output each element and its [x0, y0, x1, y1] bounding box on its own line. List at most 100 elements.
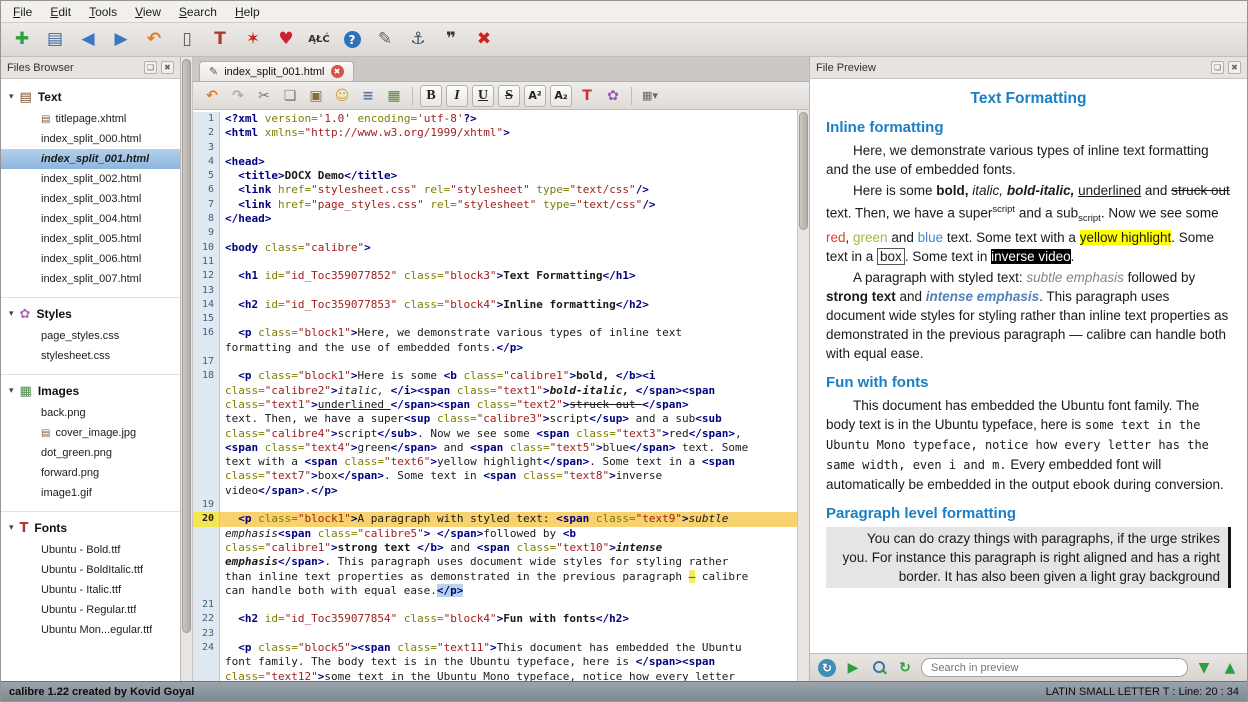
device-button[interactable]: ▯ [174, 27, 200, 53]
reload-preview-button[interactable]: ↻ [817, 658, 837, 678]
code-row[interactable]: 22 <h2 id="id_Toc359077854" class="block… [193, 612, 797, 626]
bug-button[interactable]: ✶ [240, 27, 266, 53]
code-row[interactable]: 10<body class="calibre"> [193, 241, 797, 255]
code-row[interactable]: 19 [193, 498, 797, 512]
insert-table-button[interactable]: ▦▾ [639, 85, 661, 107]
new-file-button[interactable]: ✚ [9, 27, 35, 53]
code-row[interactable]: 14 <h2 id="id_Toc359077853" class="block… [193, 298, 797, 312]
code-row[interactable]: class="calibre1">strong text </b> and <s… [193, 541, 797, 555]
help-button[interactable]: ? [339, 27, 365, 53]
code-row[interactable]: 3 [193, 141, 797, 155]
background-color-button[interactable]: ✿ [602, 85, 624, 107]
code-row[interactable]: 1<?xml version='1.0' encoding='utf-8'?> [193, 112, 797, 126]
open-book-button[interactable]: ▤ [42, 27, 68, 53]
menu-item-view[interactable]: View [127, 3, 169, 21]
code-row[interactable]: video</span>.</p> [193, 484, 797, 498]
close-panel-icon[interactable]: ✖ [161, 61, 174, 74]
file-item[interactable]: ▤titlepage.xhtml [1, 109, 180, 129]
run-preview-button[interactable]: ▶ [843, 658, 863, 678]
file-item[interactable]: image1.gif [1, 483, 180, 503]
section-header-text[interactable]: ▾▤Text [1, 87, 180, 109]
code-row[interactable]: 21 [193, 598, 797, 612]
copy-button[interactable]: ❏ [279, 85, 301, 107]
redo-button[interactable]: ↷ [227, 85, 249, 107]
menu-item-edit[interactable]: Edit [42, 3, 79, 21]
section-header-fonts[interactable]: ▾TFonts [1, 518, 180, 540]
file-item[interactable]: index_split_004.html [1, 209, 180, 229]
find-previous-button[interactable]: ▲ [1220, 658, 1240, 678]
strikethrough-button[interactable]: S [498, 85, 520, 107]
code-row[interactable]: than inline text properties as demonstra… [193, 570, 797, 584]
tab-index-split-001[interactable]: ✎ index_split_001.html ✖ [199, 61, 354, 81]
code-row[interactable]: 6 <link href="stylesheet.css" rel="style… [193, 183, 797, 197]
cut-button[interactable]: ✂ [253, 85, 275, 107]
menu-item-search[interactable]: Search [171, 3, 225, 21]
code-row[interactable]: class="calibre4">script</sub>. Now we se… [193, 427, 797, 441]
code-row[interactable]: can handle both with equal ease.</p> [193, 584, 797, 598]
code-row[interactable]: 5 <title>DOCX Demo</title> [193, 169, 797, 183]
file-item[interactable]: Ubuntu - BoldItalic.ttf [1, 560, 180, 580]
menu-item-help[interactable]: Help [227, 3, 268, 21]
special-characters-button[interactable]: ĄŁĆ [306, 27, 332, 53]
code-row[interactable]: 12 <h1 id="id_Toc359077852" class="block… [193, 269, 797, 283]
code-row[interactable]: formatting and the use of embedded fonts… [193, 341, 797, 355]
code-row[interactable]: 15 [193, 312, 797, 326]
menu-item-tools[interactable]: Tools [81, 3, 125, 21]
code-row[interactable]: 20 <p class="block1">A paragraph with st… [193, 512, 797, 526]
code-row[interactable]: 9 [193, 226, 797, 240]
code-row[interactable]: 4<head> [193, 155, 797, 169]
code-row[interactable]: 17 [193, 355, 797, 369]
search-magnifier-button[interactable] [869, 658, 889, 678]
file-item[interactable]: index_split_001.html [1, 149, 180, 169]
code-row[interactable]: 18 <p class="block1">Here is some <b cla… [193, 369, 797, 383]
file-item[interactable]: index_split_005.html [1, 229, 180, 249]
file-item[interactable]: index_split_000.html [1, 129, 180, 149]
code-row[interactable]: 13 [193, 284, 797, 298]
code-row[interactable]: 16 <p class="block1">Here, we demonstrat… [193, 326, 797, 340]
code-row[interactable]: 23 [193, 627, 797, 641]
paste-button[interactable]: ▣ [305, 85, 327, 107]
undo-button[interactable]: ↶ [201, 85, 223, 107]
file-item[interactable]: Ubuntu - Bold.ttf [1, 540, 180, 560]
file-item[interactable]: index_split_007.html [1, 269, 180, 289]
undo-button[interactable]: ↶ [141, 27, 167, 53]
section-header-images[interactable]: ▾▦Images [1, 381, 180, 403]
back-button[interactable]: ◀ [75, 27, 101, 53]
anchor-button[interactable]: ⚓ [405, 27, 431, 53]
underline-button[interactable]: U [472, 85, 494, 107]
file-item[interactable]: page_styles.css [1, 326, 180, 346]
code-row[interactable]: 11 [193, 255, 797, 269]
file-item[interactable]: Ubuntu - Regular.ttf [1, 600, 180, 620]
code-row[interactable]: text with a <span class="text6">yellow h… [193, 455, 797, 469]
close-panel-icon[interactable]: ✖ [1228, 61, 1241, 74]
code-row[interactable]: font family. The body text is in the Ubu… [193, 655, 797, 669]
refresh-button[interactable]: ↻ [895, 658, 915, 678]
file-item[interactable]: index_split_006.html [1, 249, 180, 269]
delete-cleanup-button[interactable]: ✖ [471, 27, 497, 53]
code-row[interactable]: 2<html xmlns="http://www.w3.org/1999/xht… [193, 126, 797, 140]
file-item[interactable]: forward.png [1, 463, 180, 483]
beautify-button[interactable]: ≡ [357, 85, 379, 107]
subscript-button[interactable]: A₂ [550, 85, 572, 107]
quotes-button[interactable]: ❞ [438, 27, 464, 53]
code-row[interactable]: 24 <p class="block5"><span class="text11… [193, 641, 797, 655]
file-item[interactable]: dot_green.png [1, 443, 180, 463]
scrollbar-thumb[interactable] [182, 59, 191, 633]
code-editor[interactable]: 1<?xml version='1.0' encoding='utf-8'?>2… [193, 110, 797, 681]
file-item[interactable]: Ubuntu Mon...egular.ttf [1, 620, 180, 640]
section-header-styles[interactable]: ▾✿Styles [1, 304, 180, 326]
file-item[interactable]: index_split_003.html [1, 189, 180, 209]
code-row[interactable]: 8</head> [193, 212, 797, 226]
file-item[interactable]: stylesheet.css [1, 346, 180, 366]
editor-scrollbar[interactable] [797, 110, 809, 681]
code-row[interactable]: class="calibre2">italic, </i><span class… [193, 384, 797, 398]
bold-button[interactable]: B [420, 85, 442, 107]
file-item[interactable]: ▤cover_image.jpg [1, 423, 180, 443]
file-item[interactable]: index_split_002.html [1, 169, 180, 189]
font-title-button[interactable]: T [207, 27, 233, 53]
code-row[interactable]: 7 <link href="page_styles.css" rel="styl… [193, 198, 797, 212]
donate-heart-button[interactable]: ♥ [273, 27, 299, 53]
scrollbar-thumb[interactable] [799, 112, 808, 230]
superscript-button[interactable]: A² [524, 85, 546, 107]
code-row[interactable]: text. Then, we have a super<sup class="c… [193, 412, 797, 426]
